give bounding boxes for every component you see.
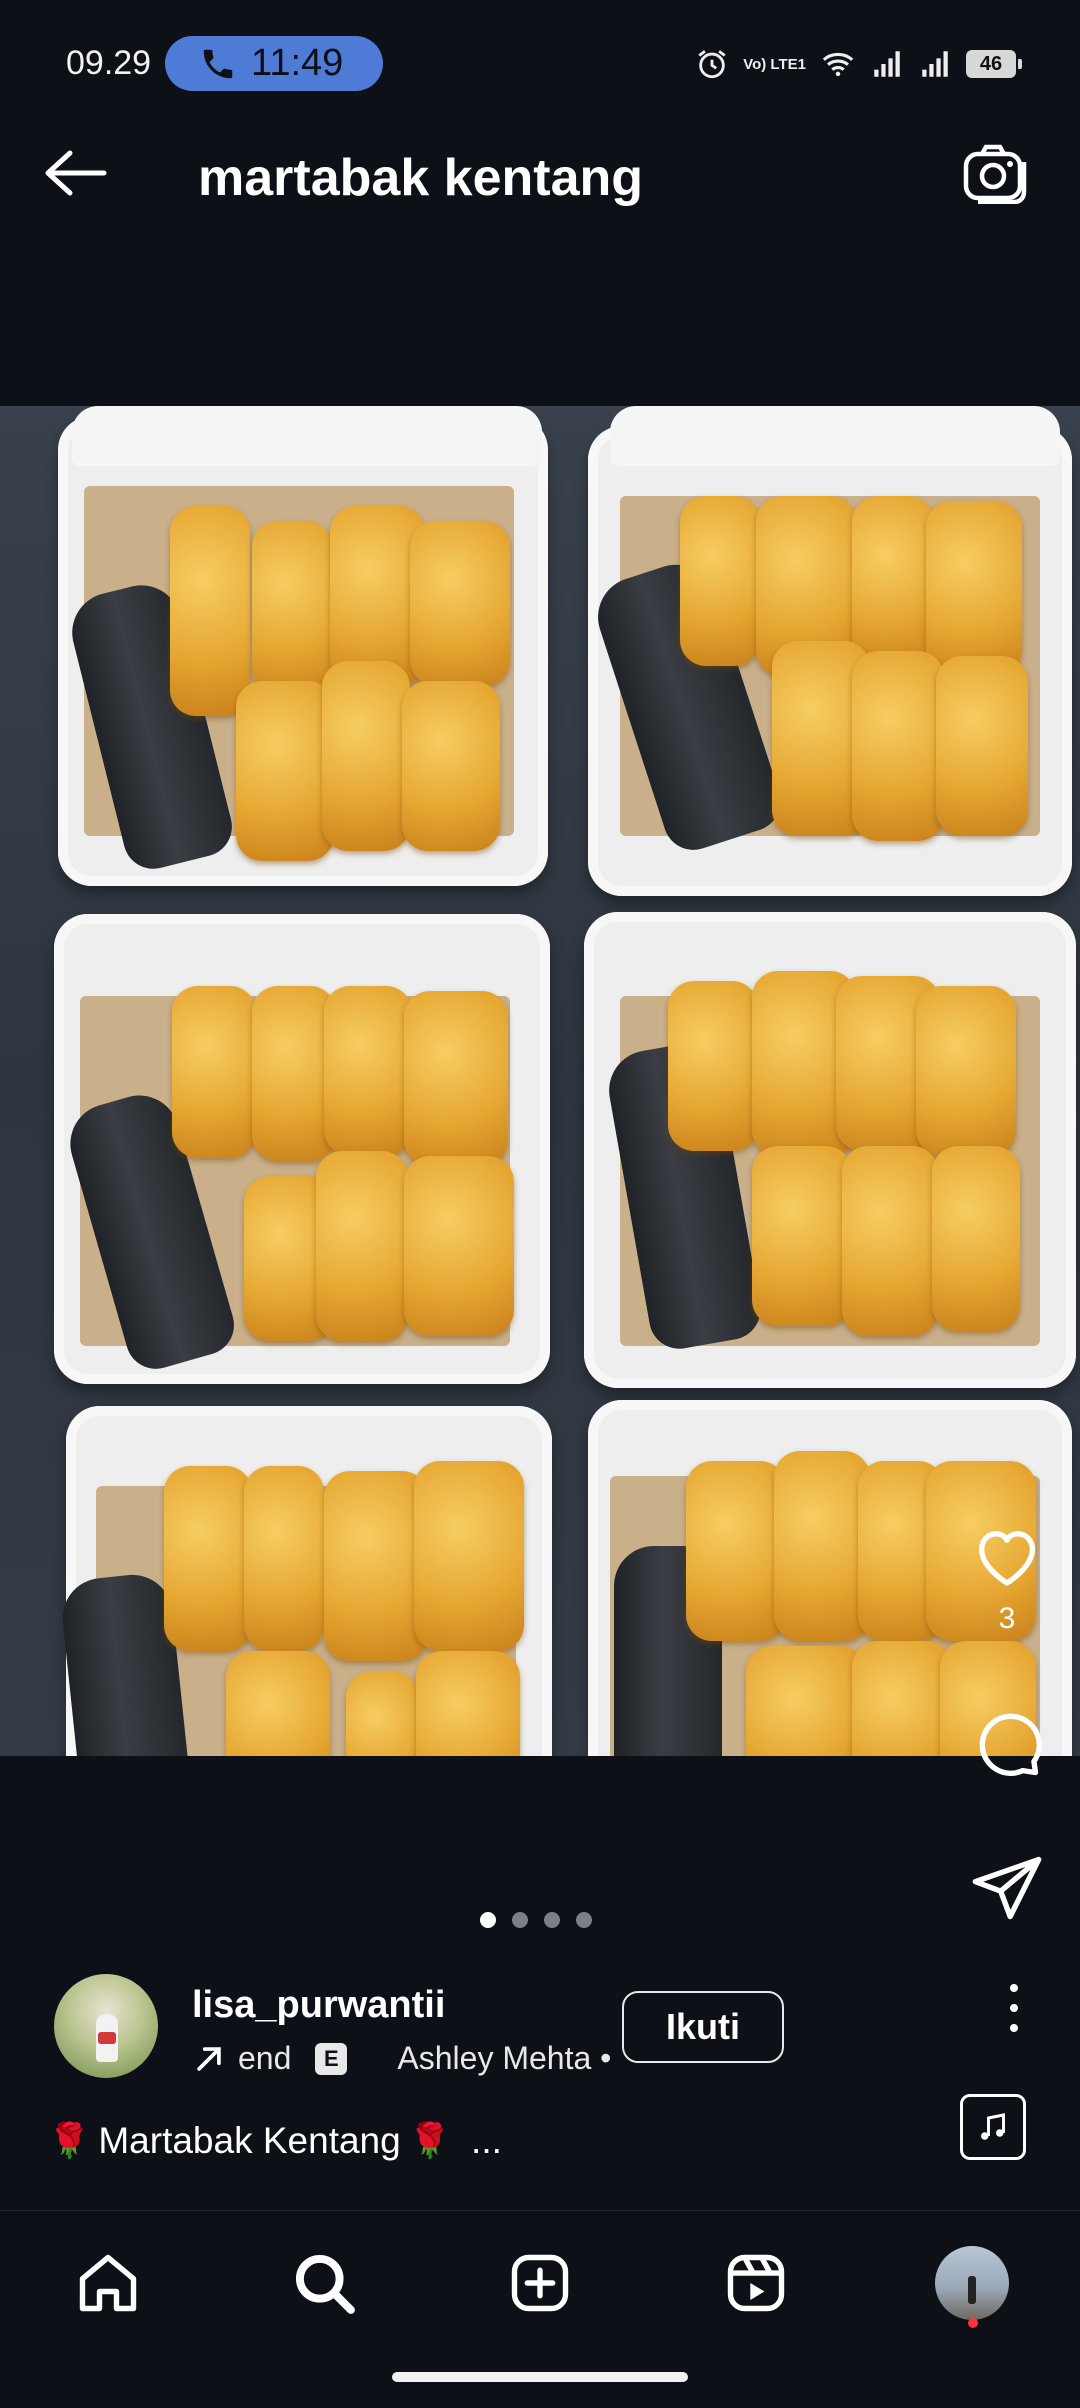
potato-fritter <box>686 1461 786 1641</box>
author-username[interactable]: lisa_purwantii <box>192 1984 445 2027</box>
post-caption[interactable]: 🌹 Martabak Kentang 🌹 ... <box>48 2120 502 2162</box>
potato-fritter <box>680 496 760 666</box>
share-icon[interactable] <box>969 1850 1045 1926</box>
audio-artist: Ashley Mehta • <box>397 2040 612 2076</box>
back-arrow-icon[interactable] <box>42 148 108 198</box>
potato-fritter <box>346 1671 418 1756</box>
status-bar: 09.29 11:49 Vo) LTE1 46 <box>0 0 1080 100</box>
potato-fritter <box>752 1146 852 1326</box>
page-title: martabak kentang <box>198 149 644 207</box>
potato-fritter <box>244 1466 324 1651</box>
potato-fritter <box>936 656 1028 836</box>
potato-fritter <box>774 1451 870 1641</box>
music-note-icon <box>981 2113 1005 2140</box>
status-time: 09.29 <box>66 44 152 82</box>
potato-fritter <box>842 1146 938 1336</box>
box-lid <box>72 406 542 466</box>
more-icon[interactable] <box>994 1978 1034 2038</box>
nav-reels[interactable] <box>716 2243 796 2323</box>
potato-fritter <box>226 1651 330 1756</box>
potato-fritter <box>404 1156 514 1336</box>
home-indicator[interactable] <box>392 2372 688 2382</box>
battery-icon: 46 <box>966 50 1022 78</box>
comment-action <box>962 1706 1052 1782</box>
potato-fritter <box>170 506 250 716</box>
trending-arrow-icon <box>197 2046 221 2071</box>
potato-fritter <box>322 661 410 851</box>
carousel-dot-active <box>480 1912 496 1928</box>
camera-icon[interactable] <box>962 144 1028 204</box>
notification-dot <box>968 2318 978 2328</box>
potato-fritter <box>404 991 508 1166</box>
audio-title: end <box>238 2040 292 2076</box>
rose-icon: 🌹 <box>48 2122 91 2160</box>
potato-fritter <box>172 986 256 1158</box>
potato-fritter <box>410 521 510 686</box>
potato-fritter <box>926 501 1022 676</box>
signal-icon <box>874 51 900 77</box>
carousel-dot <box>576 1912 592 1928</box>
ongoing-call-pill[interactable]: 11:49 <box>165 36 383 91</box>
alarm-icon <box>698 50 726 79</box>
potato-fritter <box>668 981 758 1151</box>
potato-fritter <box>852 651 944 841</box>
nav-profile[interactable] <box>932 2243 1012 2323</box>
music-icon[interactable] <box>960 2094 1026 2160</box>
explicit-badge: E <box>315 2042 348 2075</box>
potato-fritter <box>252 521 332 696</box>
potato-fritter <box>164 1466 252 1651</box>
potato-fritter <box>324 1471 428 1661</box>
potato-fritter <box>414 1461 524 1651</box>
potato-fritter <box>746 1646 866 1756</box>
home-icon <box>79 2254 137 2312</box>
profile-avatar <box>935 2246 1009 2320</box>
author-avatar[interactable] <box>54 1974 158 2078</box>
avatar-figure-detail <box>98 2032 116 2044</box>
nav-create[interactable] <box>500 2243 580 2323</box>
potato-fritter <box>236 681 334 861</box>
create-icon <box>511 2254 569 2312</box>
nav-home[interactable] <box>68 2243 148 2323</box>
volte-badge: Vo) LTE1 <box>743 55 806 73</box>
status-icons: Vo) LTE1 46 <box>695 44 1022 84</box>
heart-icon[interactable] <box>969 1518 1045 1594</box>
search-icon <box>295 2254 355 2314</box>
potato-fritter <box>852 1641 952 1756</box>
carousel-indicator <box>480 1912 592 1928</box>
nav-search[interactable] <box>284 2243 364 2323</box>
top-bar: martabak kentang <box>0 100 1080 260</box>
potato-fritter <box>316 1151 408 1341</box>
rose-icon: 🌹 <box>408 2122 452 2160</box>
potato-fritter <box>916 986 1016 1156</box>
wifi-icon <box>822 52 854 77</box>
call-duration: 11:49 <box>251 42 344 84</box>
carousel-dot <box>544 1912 560 1928</box>
box-lid <box>610 406 1060 466</box>
signal-icon <box>922 51 948 77</box>
post-photo[interactable] <box>0 406 1080 1756</box>
reels-icon <box>727 2254 785 2312</box>
share-action <box>962 1850 1052 1926</box>
comment-icon[interactable] <box>969 1706 1045 1782</box>
follow-button[interactable]: Ikuti <box>622 1991 784 2063</box>
like-count: 3 <box>998 1602 1016 1635</box>
phone-icon <box>203 49 233 78</box>
caption-more[interactable]: ... <box>471 2120 502 2162</box>
potato-fritter <box>932 1146 1020 1331</box>
potato-fritter <box>852 496 934 666</box>
potato-fritter <box>324 986 412 1156</box>
caption-text: Martabak Kentang <box>98 2120 401 2161</box>
potato-fritter <box>416 1651 520 1756</box>
like-action: 3 <box>962 1518 1052 1636</box>
audio-attribution[interactable]: end E Ashley Mehta • <box>192 2040 611 2077</box>
carousel-dot <box>512 1912 528 1928</box>
potato-fritter <box>402 681 500 851</box>
